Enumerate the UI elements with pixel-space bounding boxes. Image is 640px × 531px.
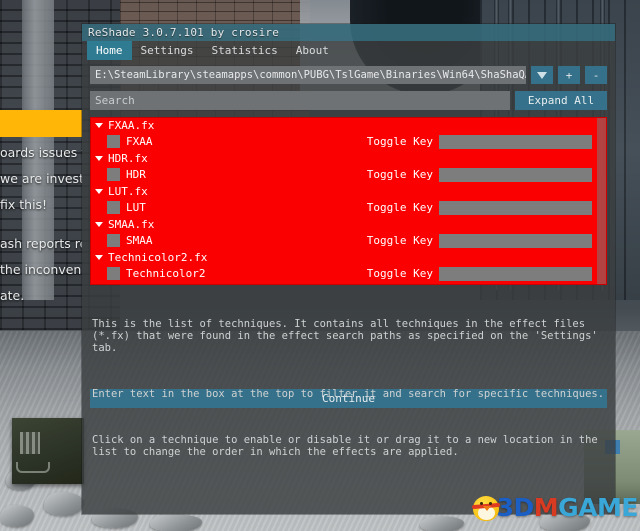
tab-settings-label: Settings (140, 44, 194, 57)
preset-row: E:\SteamLibrary\steamapps\common\PUBG\Ts… (90, 66, 607, 84)
window-title: ReShade 3.0.7.101 by crosire (88, 26, 280, 39)
search-input[interactable]: Search (90, 91, 510, 110)
technique-row[interactable]: FXAA Toggle Key (91, 132, 606, 151)
toggle-key-label: Toggle Key (366, 267, 433, 280)
toggle-key-input[interactable] (439, 266, 592, 281)
triangle-down-icon (95, 122, 103, 128)
tab-about[interactable]: About (287, 41, 338, 60)
help-text: This is the list of techniques. It conta… (90, 291, 607, 458)
effect-file-row[interactable]: HDR.fx (91, 151, 606, 165)
preset-path-input[interactable]: E:\SteamLibrary\steamapps\common\PUBG\Ts… (90, 66, 526, 84)
technique-row[interactable]: HDR Toggle Key (91, 165, 606, 184)
tab-home[interactable]: Home (87, 41, 132, 60)
notification-line: we are invest (0, 171, 82, 186)
notification-line: ate. (0, 288, 25, 303)
background-rock (150, 514, 202, 531)
dialog-body: E:\SteamLibrary\steamapps\common\PUBG\Ts… (82, 60, 615, 458)
technique-list[interactable]: FXAA.fx FXAA Toggle Key HDR.fx HDR Toggl… (90, 117, 607, 285)
tab-settings[interactable]: Settings (132, 41, 203, 60)
window-titlebar: ReShade 3.0.7.101 by crosire (82, 24, 615, 41)
technique-label: HDR (126, 168, 146, 181)
preset-dropdown-button[interactable] (531, 66, 553, 84)
toggle-key-input[interactable] (439, 233, 592, 248)
background-rock (0, 505, 34, 527)
effect-file-label: HDR.fx (108, 151, 148, 165)
toggle-key-group: Toggle Key (366, 266, 606, 281)
effect-file-label: SMAA.fx (108, 217, 155, 231)
chick-mascot-icon (469, 491, 503, 523)
chick-eye (488, 502, 492, 505)
technique-checkbox[interactable] (107, 267, 120, 280)
toggle-key-input[interactable] (439, 200, 592, 215)
technique-label: FXAA (126, 135, 153, 148)
watermark-text-game: GAME (558, 492, 638, 522)
effect-file-label: FXAA.fx (108, 118, 155, 132)
technique-row[interactable]: SMAA Toggle Key (91, 231, 606, 250)
technique-checkbox[interactable] (107, 135, 120, 148)
effect-file-label: Technicolor2.fx (108, 250, 208, 264)
chick-beak (482, 506, 491, 511)
plus-icon: + (565, 68, 573, 82)
notification-banner (0, 110, 82, 137)
help-paragraph-1: This is the list of techniques. It conta… (92, 318, 605, 354)
background-crate-handle (16, 462, 50, 473)
technique-list-scrollbar[interactable] (597, 118, 606, 284)
reshade-window: ReShade 3.0.7.101 by crosire Home Settin… (82, 24, 615, 514)
toggle-key-input[interactable] (439, 167, 592, 182)
preset-remove-button[interactable]: - (585, 66, 607, 84)
technique-row[interactable]: Technicolor2 Toggle Key (91, 264, 606, 283)
effect-file-row[interactable]: LUT.fx (91, 184, 606, 198)
background-rock (420, 516, 464, 531)
preset-add-button[interactable]: + (558, 66, 580, 84)
notification-line: the inconven (0, 262, 82, 277)
technique-checkbox[interactable] (107, 234, 120, 247)
effect-file-label: LUT.fx (108, 184, 148, 198)
chick-eye (479, 502, 483, 505)
notification-line: oards issues t (0, 145, 82, 160)
effect-file-row[interactable]: SMAA.fx (91, 217, 606, 231)
toggle-key-label: Toggle Key (366, 234, 433, 247)
notification-line: fix this! (0, 197, 48, 212)
notification-line: ash reports re (0, 236, 82, 251)
effect-file-row[interactable]: FXAA.fx (91, 118, 606, 132)
triangle-down-icon (95, 188, 103, 194)
help-paragraph-3: Click on a technique to enable or disabl… (92, 434, 605, 458)
tab-about-label: About (295, 44, 329, 57)
triangle-down-icon (95, 254, 103, 260)
chevron-down-icon (537, 71, 547, 79)
toggle-key-label: Toggle Key (366, 135, 433, 148)
background-rock (44, 492, 84, 516)
triangle-down-icon (95, 221, 103, 227)
technique-row[interactable]: LUT Toggle Key (91, 198, 606, 217)
tab-home-label: Home (96, 44, 123, 57)
triangle-down-icon (95, 155, 103, 161)
toggle-key-input[interactable] (439, 134, 592, 149)
toggle-key-group: Toggle Key (366, 134, 606, 149)
expand-all-label: Expand All (527, 94, 595, 107)
menu-bar: Home Settings Statistics About (82, 41, 615, 60)
watermark-text-m: M (533, 492, 559, 522)
minus-icon: - (592, 68, 600, 82)
technique-label: SMAA (126, 234, 153, 247)
technique-checkbox[interactable] (107, 168, 120, 181)
screen: oards issues t we are invest fix this! a… (0, 0, 640, 531)
search-row: Search Expand All (90, 91, 607, 110)
toggle-key-label: Toggle Key (366, 168, 433, 181)
watermark: 3D M GAME (469, 487, 638, 527)
toggle-key-group: Toggle Key (366, 233, 606, 248)
toggle-key-group: Toggle Key (366, 200, 606, 215)
background-crate-latch (20, 432, 40, 454)
tab-statistics[interactable]: Statistics (202, 41, 286, 60)
technique-label: LUT (126, 201, 146, 214)
effect-file-row[interactable]: Technicolor2.fx (91, 250, 606, 264)
continue-button-label: Continue (322, 392, 375, 405)
tab-statistics-label: Statistics (211, 44, 278, 57)
technique-label: Technicolor2 (126, 267, 206, 280)
notification-line-gap (0, 218, 82, 231)
toggle-key-label: Toggle Key (366, 201, 433, 214)
notification-text: oards issues t we are invest fix this! a… (0, 140, 82, 309)
technique-checkbox[interactable] (107, 201, 120, 214)
toggle-key-group: Toggle Key (366, 167, 606, 182)
expand-all-button[interactable]: Expand All (515, 91, 607, 110)
